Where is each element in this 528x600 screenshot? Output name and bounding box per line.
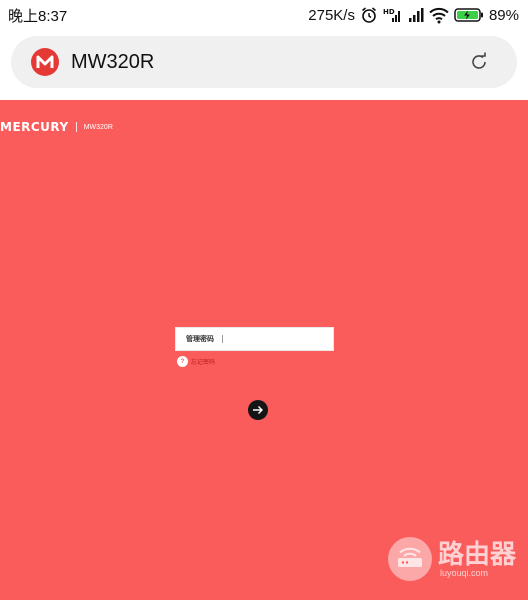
router-logo-icon: [388, 537, 432, 581]
browser-toolbar: MW320R: [0, 30, 528, 100]
battery-level: 89%: [488, 6, 519, 24]
wifi-icon: [429, 6, 449, 24]
question-icon: ?: [177, 356, 188, 367]
status-bar: 晚上8:37 275K/s HD 89%: [0, 0, 528, 30]
address-bar[interactable]: MW320R: [11, 36, 517, 88]
status-indicators: 275K/s HD 89%: [308, 6, 519, 24]
brand-header: MERCURY MW320R: [0, 120, 113, 134]
status-time: 晚上8:37: [8, 7, 68, 25]
password-label: 管理密码: [186, 336, 214, 343]
reload-icon: [472, 52, 486, 69]
cellular-signal-icon: [408, 6, 424, 24]
alarm-icon: [360, 6, 378, 24]
watermark: 路由器 luyouqi.com: [388, 537, 516, 581]
password-input[interactable]: 管理密码: [175, 327, 334, 351]
forgot-password-text: 忘记密码: [191, 360, 216, 366]
watermark-text: 路由器: [438, 539, 517, 569]
mercury-logo-icon: [31, 48, 59, 76]
watermark-url: luyouqi.com: [440, 568, 489, 578]
forgot-password-link[interactable]: ? 忘记密码: [177, 356, 215, 367]
url-text[interactable]: MW320R: [71, 51, 459, 74]
text-cursor: [222, 335, 223, 343]
reload-button[interactable]: [459, 42, 499, 82]
network-speed: 275K/s: [308, 6, 355, 24]
hd-signal-icon: HD: [383, 6, 403, 24]
brand-divider: [75, 122, 77, 132]
arrow-right-icon: [253, 406, 263, 414]
battery-charging-icon: [454, 7, 484, 23]
router-login-page: MERCURY MW320R 管理密码 ? 忘记密码 路由器 luyouqi.c…: [0, 100, 528, 600]
model-name: MW320R: [83, 123, 113, 131]
login-button[interactable]: [248, 400, 268, 420]
mercury-brand-logo: MERCURY: [0, 120, 69, 134]
svg-text:HD: HD: [383, 8, 395, 16]
